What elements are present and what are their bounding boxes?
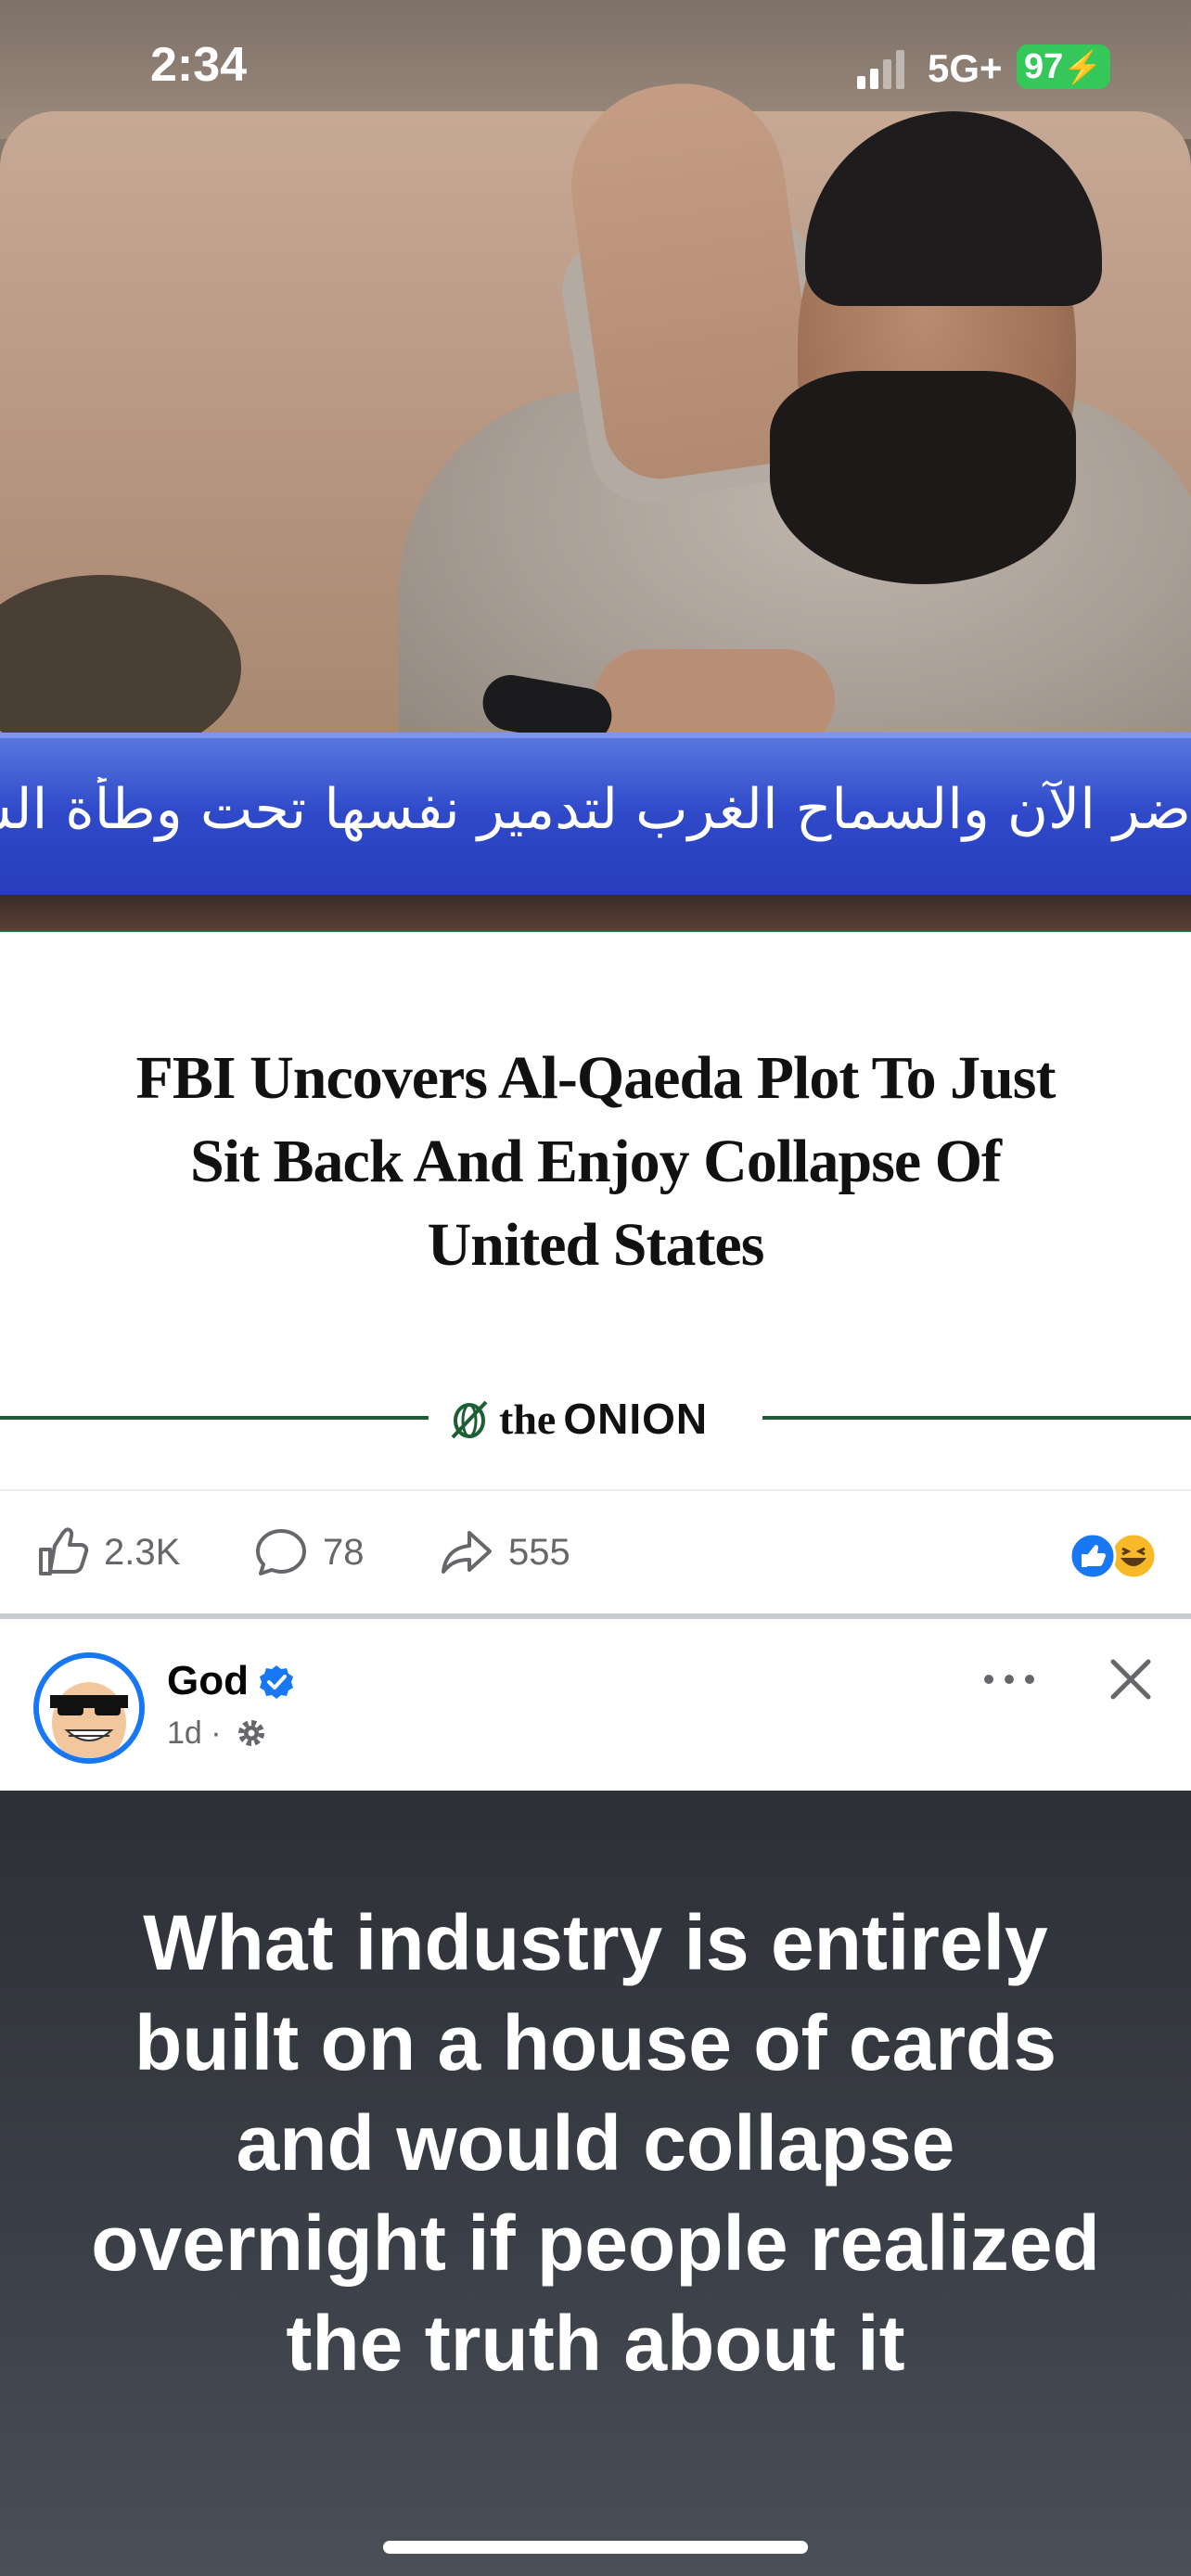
status-time: 2:34 (150, 38, 248, 92)
like-count: 2.3K (104, 1531, 181, 1573)
battery-level: 97 (1024, 47, 1064, 86)
privacy-gear-icon (238, 1720, 264, 1746)
news-image[interactable]: ضر الآن والسماح الغرب لتدمير نفسها تحت و… (0, 0, 1191, 932)
publisher-logo: the ONION (447, 1389, 744, 1448)
home-indicator[interactable] (383, 2541, 808, 2554)
share-button[interactable]: 555 (438, 1524, 570, 1580)
comment-icon (256, 1529, 306, 1575)
battery-indicator: 97⚡ (1017, 45, 1110, 89)
link-preview-card[interactable]: FBI Uncovers Al-Qaeda Plot To Just Sit B… (0, 935, 1191, 1491)
reaction-icons[interactable] (1067, 1532, 1159, 1580)
publisher-rule-left (0, 1416, 429, 1420)
signal-icon (857, 50, 904, 89)
comment-count: 78 (323, 1531, 365, 1573)
post-header: God 1d · (0, 1619, 1191, 1791)
author-name[interactable]: God (167, 1658, 249, 1704)
onion-icon (451, 1400, 488, 1439)
text-post-background[interactable]: What industry is entirely built on a hou… (0, 1791, 1191, 2576)
verified-badge-icon (260, 1665, 293, 1699)
publisher-the: the (499, 1395, 557, 1443)
post-timestamp[interactable]: 1d · (167, 1715, 222, 1752)
charging-bolt-icon: ⚡ (1063, 50, 1103, 85)
like-icon (39, 1527, 89, 1575)
like-button[interactable]: 2.3K (33, 1524, 180, 1580)
share-count: 555 (508, 1531, 570, 1573)
publisher-name: ONION (563, 1395, 709, 1443)
network-type: 5G+ (928, 46, 1003, 90)
like-reaction-icon (1069, 1532, 1117, 1580)
close-icon[interactable] (1108, 1656, 1154, 1702)
avatar-sunglasses-face-icon (39, 1658, 139, 1758)
more-options-icon[interactable] (980, 1665, 1039, 1693)
photo-divider (0, 930, 1191, 932)
photo-figure-beard (770, 371, 1076, 584)
news-ticker-text: ضر الآن والسماح الغرب لتدمير نفسها تحت و… (0, 777, 1191, 842)
post-text: What industry is entirely built on a hou… (91, 1899, 1100, 2387)
haha-reaction-icon (1109, 1532, 1158, 1580)
share-icon (442, 1531, 492, 1574)
publisher-rule-right (762, 1416, 1191, 1420)
ticker-bottom-band (0, 895, 1191, 930)
status-bar: 2:34 5G+ 97⚡ (0, 0, 1191, 139)
author-avatar[interactable] (33, 1652, 145, 1764)
article-headline[interactable]: FBI Uncovers Al-Qaeda Plot To Just Sit B… (111, 1037, 1080, 1287)
post-action-bar: 2.3K 78 555 (0, 1491, 1191, 1613)
comment-button[interactable]: 78 (252, 1524, 365, 1580)
